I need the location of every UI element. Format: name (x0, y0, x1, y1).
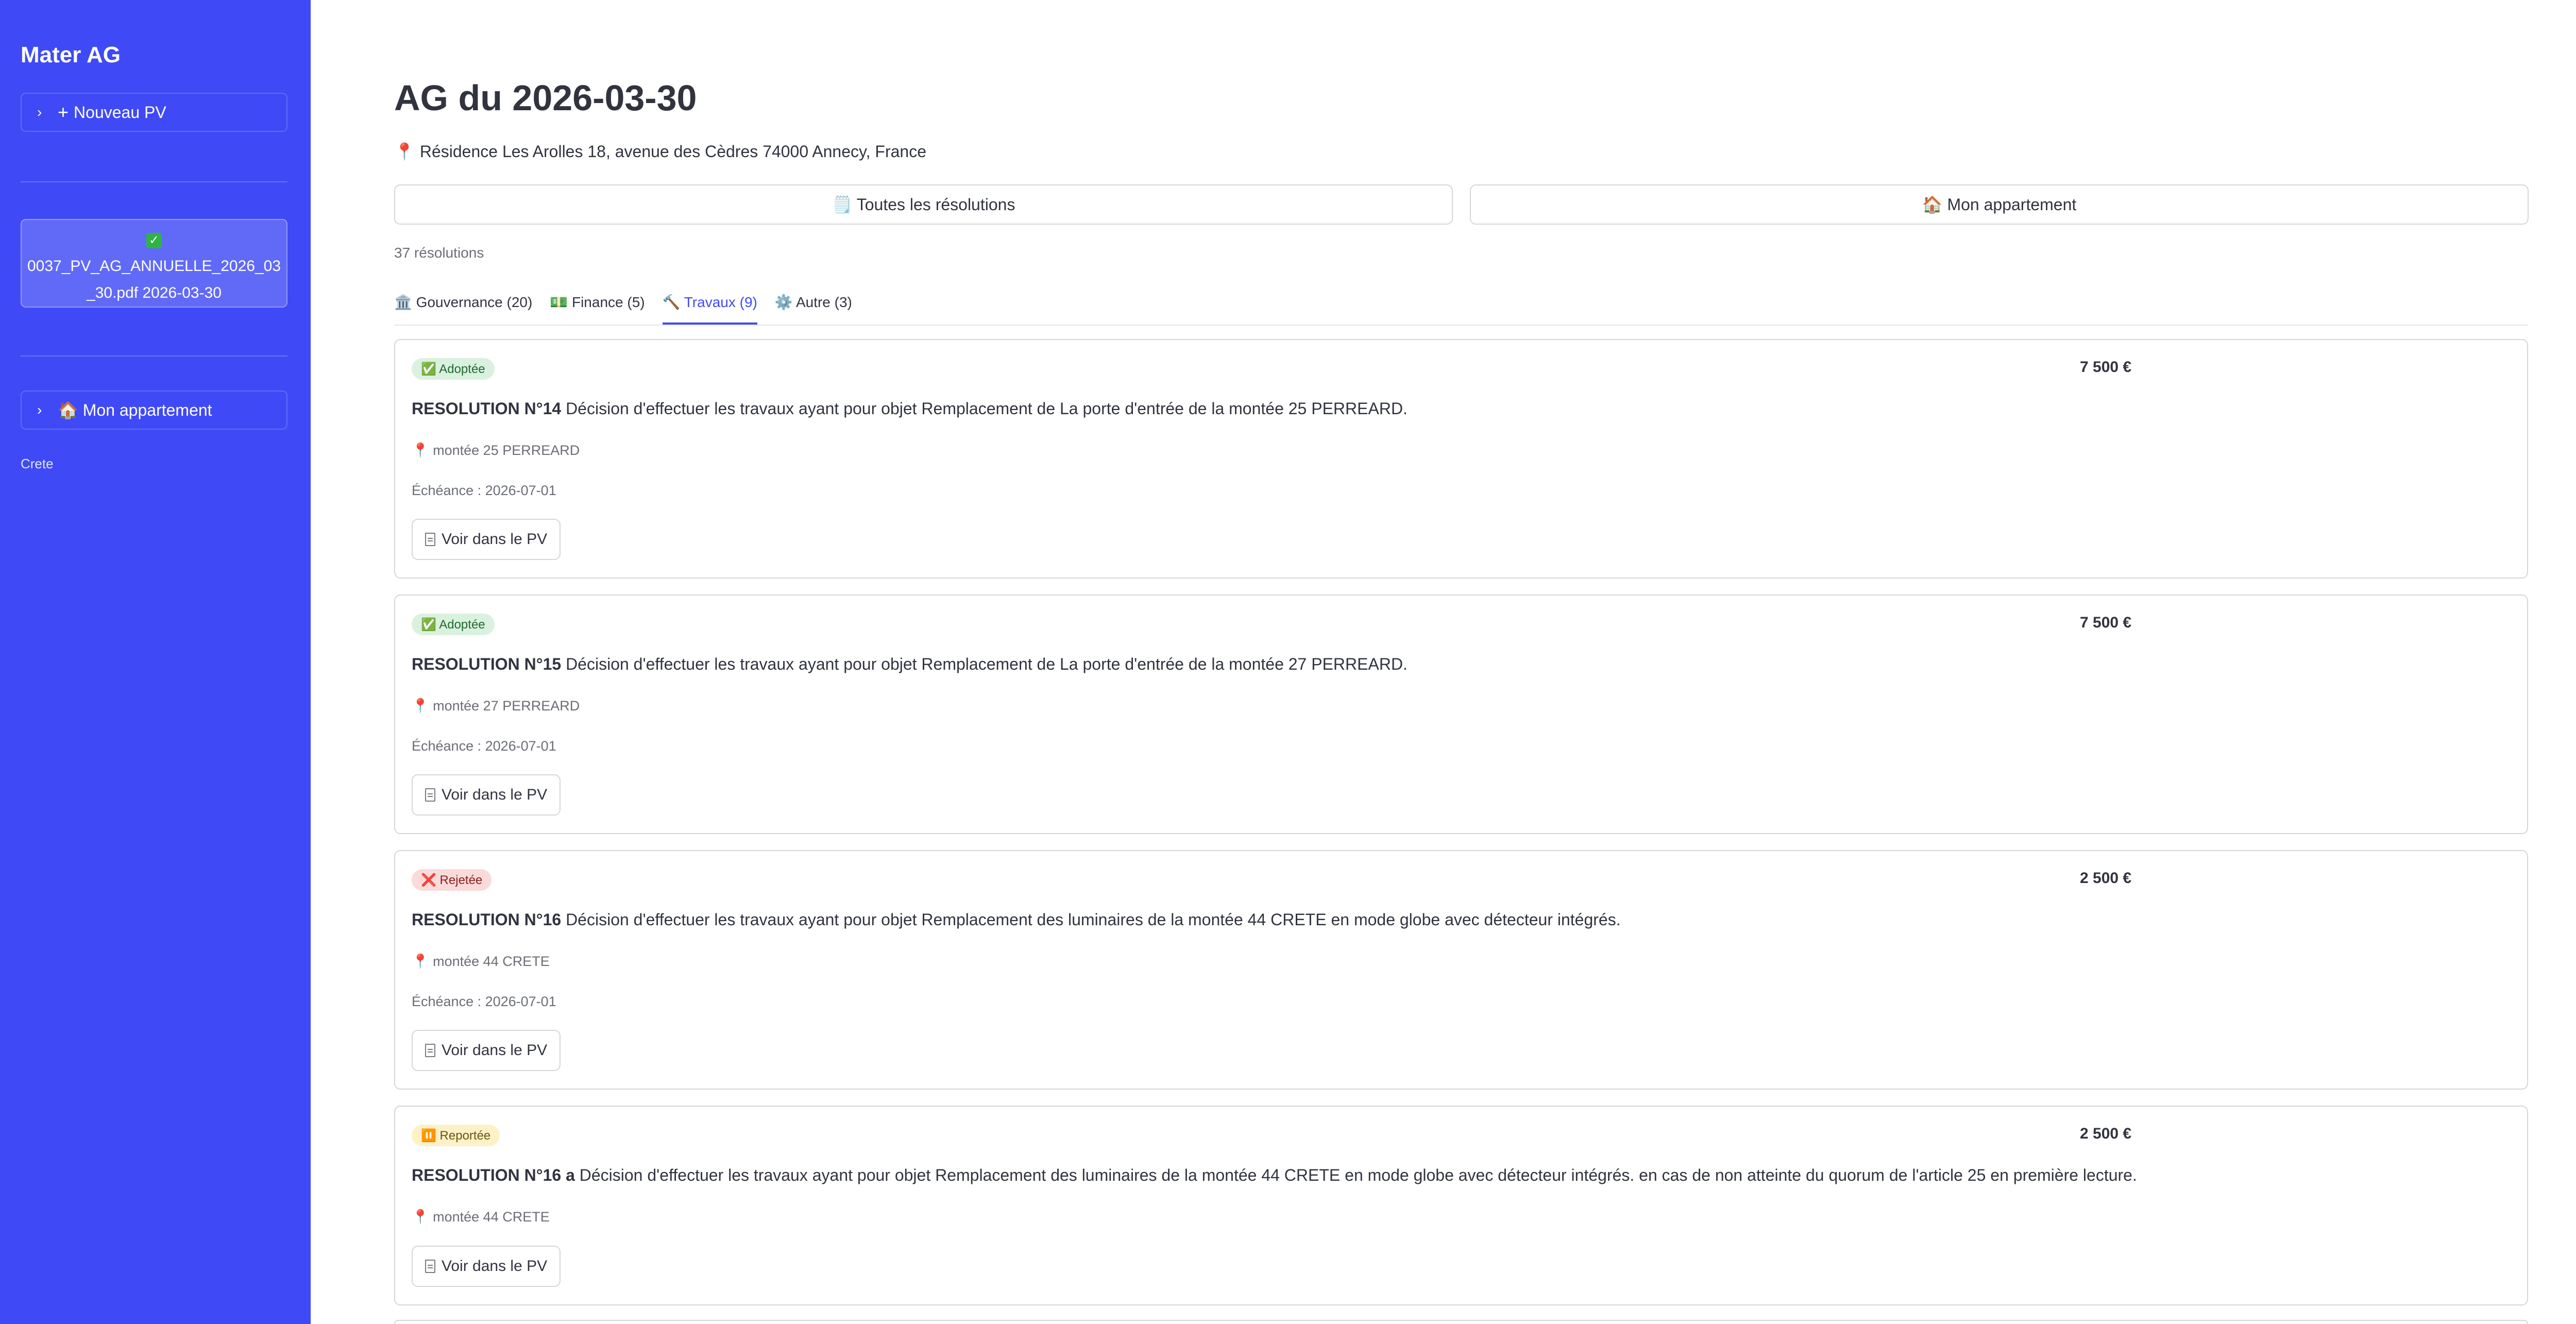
deadline: Échéance : 2026-07-01 (412, 483, 556, 498)
document-icon (425, 533, 435, 546)
file-name-line-1: 0037_PV_AG_ANNUELLE_2026_03 (27, 258, 281, 275)
sidebar: Mater AG › + Nouveau PV ✓ 0037_PV_AG_ANN… (0, 0, 311, 1324)
resolution-card: ✅ Adoptée 7 500 € RESOLUTION N°15 Décisi… (394, 595, 2528, 834)
all-resolutions-button[interactable]: 🗒️ Toutes les résolutions (394, 184, 1453, 225)
new-pv-label: Nouveau PV (74, 103, 166, 122)
deadline: Échéance : 2026-07-01 (412, 738, 556, 754)
resolution-card (394, 1320, 2528, 1324)
status-badge: ✅ Adoptée (412, 358, 495, 380)
view-in-pv-button[interactable]: Voir dans le PV (412, 519, 561, 560)
page-title: AG du 2026-03-30 (394, 78, 697, 118)
resolution-text: Décision d'effectuer les travaux ayant p… (566, 399, 1408, 418)
new-pv-expander[interactable]: › + Nouveau PV (21, 93, 287, 132)
resolution-title: RESOLUTION N°15 Décision d'effectuer les… (412, 655, 1408, 674)
sidebar-note: Crete (21, 456, 54, 471)
amount: 7 500 € (2080, 359, 2132, 376)
resolution-text: Décision d'effectuer les travaux ayant p… (566, 910, 1621, 929)
resolution-text: Décision d'effectuer les travaux ayant p… (566, 655, 1408, 673)
status-badge: ✅ Adoptée (412, 614, 495, 635)
pv-file-item[interactable]: ✓ 0037_PV_AG_ANNUELLE_2026_03 _30.pdf 20… (21, 219, 287, 308)
resolution-number: RESOLUTION N°16 a (412, 1166, 575, 1184)
app-title: Mater AG (21, 42, 121, 67)
resolution-count: 37 résolutions (394, 245, 484, 261)
tab-travaux[interactable]: 🔨 Travaux (9) (662, 282, 757, 325)
my-apartment-label: 🏠 Mon appartement (58, 401, 212, 419)
location: 📍 montée 27 PERREARD (412, 698, 580, 714)
pin-icon: 📍 (394, 142, 415, 161)
view-in-pv-label: Voir dans le PV (442, 1042, 548, 1059)
resolution-card: ❌ Rejetée 2 500 € RESOLUTION N°16 Décisi… (394, 850, 2528, 1090)
amount: 7 500 € (2080, 614, 2132, 631)
resolution-title: RESOLUTION N°14 Décision d'effectuer les… (412, 399, 1408, 418)
resolution-card: ✅ Adoptée 7 500 € RESOLUTION N°14 Décisi… (394, 339, 2528, 579)
resolution-number: RESOLUTION N°14 (412, 399, 562, 418)
status-badge: ⏸️ Reportée (412, 1125, 500, 1146)
resolution-number: RESOLUTION N°16 (412, 910, 562, 929)
resolution-card: ⏸️ Reportée 2 500 € RESOLUTION N°16 a Dé… (394, 1106, 2528, 1305)
address: 📍 Résidence Les Arolles 18, avenue des Cè… (394, 142, 926, 161)
category-tabs: 🏛️ Gouvernance (20) 💵 Finance (5) 🔨 Trav… (394, 282, 2528, 326)
plus-icon: + (58, 101, 69, 123)
my-apartment-button[interactable]: 🏠 Mon appartement (1470, 184, 2529, 225)
tab-gouvernance[interactable]: 🏛️ Gouvernance (20) (394, 282, 532, 324)
deadline: Échéance : 2026-07-01 (412, 994, 556, 1009)
sidebar-divider (21, 181, 287, 182)
view-in-pv-label: Voir dans le PV (442, 786, 548, 803)
view-in-pv-button[interactable]: Voir dans le PV (412, 1030, 561, 1071)
check-icon: ✓ (146, 233, 162, 248)
location: 📍 montée 44 CRETE (412, 1209, 550, 1225)
resolution-number: RESOLUTION N°15 (412, 655, 562, 673)
amount: 2 500 € (2080, 1125, 2132, 1142)
document-icon (425, 788, 435, 802)
view-in-pv-label: Voir dans le PV (442, 531, 548, 548)
document-icon (425, 1044, 435, 1057)
view-in-pv-button[interactable]: Voir dans le PV (412, 774, 561, 816)
main-content: AG du 2026-03-30 📍 Résidence Les Arolles … (311, 0, 2576, 1324)
tab-autre[interactable]: ⚙️ Autre (3) (775, 282, 852, 324)
address-text: Résidence Les Arolles 18, avenue des Cèd… (419, 142, 926, 161)
chevron-right-icon: › (37, 104, 42, 120)
amount: 2 500 € (2080, 870, 2132, 887)
resolution-text: Décision d'effectuer les travaux ayant p… (579, 1166, 2137, 1184)
sidebar-divider (21, 355, 287, 357)
resolution-title: RESOLUTION N°16 Décision d'effectuer les… (412, 910, 1621, 929)
document-icon (425, 1260, 435, 1273)
view-in-pv-button[interactable]: Voir dans le PV (412, 1246, 561, 1287)
status-badge: ❌ Rejetée (412, 869, 492, 891)
my-apartment-expander[interactable]: › 🏠 Mon appartement (21, 391, 287, 430)
file-name-line-2: _30.pdf 2026-03-30 (87, 284, 222, 301)
view-in-pv-label: Voir dans le PV (442, 1258, 548, 1275)
location: 📍 montée 44 CRETE (412, 954, 550, 969)
chevron-right-icon: › (37, 402, 42, 418)
resolution-title: RESOLUTION N°16 a Décision d'effectuer l… (412, 1166, 2137, 1185)
location: 📍 montée 25 PERREARD (412, 443, 580, 458)
tab-finance[interactable]: 💵 Finance (5) (550, 282, 645, 324)
